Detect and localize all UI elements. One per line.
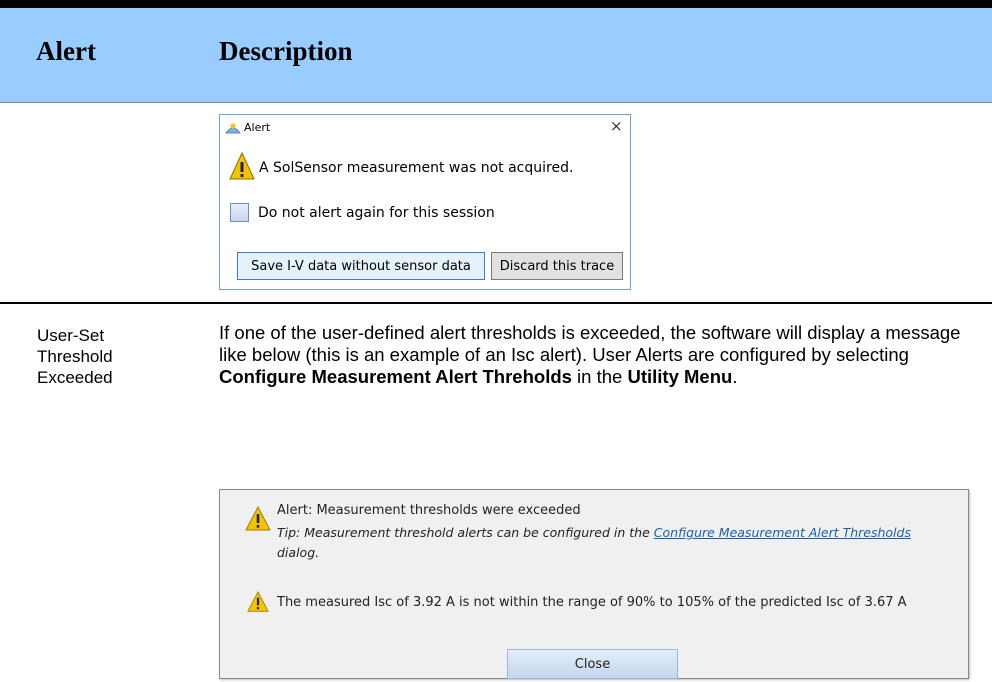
- do-not-alert-checkbox[interactable]: [230, 203, 249, 222]
- warning-icon: [247, 591, 269, 612]
- menu-reference: Utility Menu: [627, 366, 733, 387]
- sensor-alert-dialog: Alert × A SolSensor measurement was not …: [219, 114, 631, 290]
- threshold-alert-dialog: Alert: Measurement thresholds were excee…: [219, 489, 969, 679]
- configure-thresholds-link[interactable]: Configure Measurement Alert Thresholds: [654, 525, 911, 540]
- warning-icon: [229, 151, 255, 180]
- warning-icon: [245, 506, 271, 531]
- dialog-title: Alert: Measurement thresholds were excee…: [277, 503, 581, 518]
- menu-item-reference: Configure Measurement Alert Threholds: [219, 366, 572, 387]
- header-alert: Alert: [36, 36, 96, 66]
- header-description: Description: [219, 36, 353, 66]
- alert-description: If one of the user-defined alert thresho…: [219, 322, 961, 387]
- close-icon[interactable]: ×: [610, 117, 623, 135]
- table-header: [0, 0, 992, 103]
- save-without-sensor-button[interactable]: Save I-V data without sensor data: [237, 252, 485, 280]
- close-button[interactable]: Close: [507, 649, 678, 679]
- discard-trace-button[interactable]: Discard this trace: [491, 252, 623, 280]
- dialog-message: The measured Isc of 3.92 A is not within…: [277, 595, 907, 610]
- dialog-tip: Tip: Measurement threshold alerts can be…: [277, 525, 911, 560]
- checkbox-label[interactable]: Do not alert again for this session: [258, 205, 495, 221]
- app-sun-icon: [225, 123, 241, 134]
- alert-name: User-Set Threshold Exceeded: [37, 326, 113, 387]
- dialog-message: A SolSensor measurement was not acquired…: [259, 160, 574, 176]
- dialog-title: Alert: [244, 121, 271, 134]
- row-divider: [0, 302, 992, 304]
